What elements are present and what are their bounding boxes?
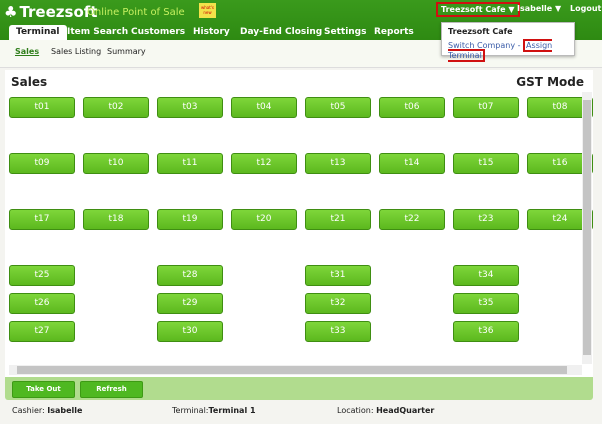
tab-item-search[interactable]: Item Search	[67, 25, 128, 40]
terminal-info: Terminal:Terminal 1	[172, 406, 256, 415]
table-button-t23[interactable]: t23	[453, 209, 519, 230]
table-button-t26[interactable]: t26	[9, 293, 75, 314]
table-button-t31[interactable]: t31	[305, 265, 371, 286]
table-button-t34[interactable]: t34	[453, 265, 519, 286]
table-button-t28[interactable]: t28	[157, 265, 223, 286]
tagline: Online Point of Sale	[87, 7, 185, 18]
table-button-t27[interactable]: t27	[9, 321, 75, 342]
horizontal-scrollbar[interactable]	[9, 365, 582, 375]
table-button-t11[interactable]: t11	[157, 153, 223, 174]
vertical-scrollbar[interactable]	[582, 92, 592, 364]
tree-icon: ♣	[4, 3, 18, 21]
table-button-t19[interactable]: t19	[157, 209, 223, 230]
cashier-info: Cashier: Isabelle	[12, 406, 83, 415]
dropdown-company-name: Treezsoft Cafe	[448, 27, 513, 36]
table-button-t29[interactable]: t29	[157, 293, 223, 314]
table-button-t03[interactable]: t03	[157, 97, 223, 118]
table-button-t01[interactable]: t01	[9, 97, 75, 118]
company-menu[interactable]: Treezsoft Cafe ▼	[436, 2, 520, 17]
take-out-button[interactable]: Take Out	[12, 381, 75, 398]
tab-reports[interactable]: Reports	[374, 25, 414, 40]
table-button-t10[interactable]: t10	[83, 153, 149, 174]
table-button-t36[interactable]: t36	[453, 321, 519, 342]
table-button-t32[interactable]: t32	[305, 293, 371, 314]
refresh-button[interactable]: Refresh	[80, 381, 143, 398]
table-button-t09[interactable]: t09	[9, 153, 75, 174]
gst-mode-label: GST Mode	[516, 75, 584, 89]
tab-settings[interactable]: Settings	[324, 25, 366, 40]
location-info: Location: HeadQuarter	[337, 406, 435, 415]
table-button-t04[interactable]: t04	[231, 97, 297, 118]
tab-history[interactable]: History	[193, 25, 230, 40]
tab-terminal[interactable]: Terminal	[9, 25, 67, 40]
table-button-t33[interactable]: t33	[305, 321, 371, 342]
table-button-t22[interactable]: t22	[379, 209, 445, 230]
table-button-t17[interactable]: t17	[9, 209, 75, 230]
company-dropdown: Treezsoft Cafe Switch Company - Assign T…	[441, 22, 575, 62]
table-button-t12[interactable]: t12	[231, 153, 297, 174]
tab-day-end-closing[interactable]: Day-End Closing	[240, 25, 322, 40]
tab-customers[interactable]: Customers	[131, 25, 185, 40]
table-button-t21[interactable]: t21	[305, 209, 371, 230]
table-button-t15[interactable]: t15	[453, 153, 519, 174]
table-button-t06[interactable]: t06	[379, 97, 445, 118]
table-button-t18[interactable]: t18	[83, 209, 149, 230]
user-menu[interactable]: Isabelle ▼	[517, 4, 561, 13]
table-button-t07[interactable]: t07	[453, 97, 519, 118]
table-button-t02[interactable]: t02	[83, 97, 149, 118]
page-title: Sales	[11, 75, 48, 89]
subnav-sales-listing[interactable]: Sales Listing	[51, 47, 101, 56]
table-button-t05[interactable]: t05	[305, 97, 371, 118]
table-button-t25[interactable]: t25	[9, 265, 75, 286]
table-button-t14[interactable]: t14	[379, 153, 445, 174]
logout-link[interactable]: Logout	[570, 4, 601, 13]
table-button-t13[interactable]: t13	[305, 153, 371, 174]
table-button-t30[interactable]: t30	[157, 321, 223, 342]
logo[interactable]: ♣ Treezsoft	[4, 3, 97, 21]
subnav-summary[interactable]: Summary	[107, 47, 146, 56]
whats-new-note[interactable]: what's new	[199, 3, 216, 18]
subnav-sales[interactable]: Sales	[15, 47, 39, 56]
table-button-t35[interactable]: t35	[453, 293, 519, 314]
table-button-t20[interactable]: t20	[231, 209, 297, 230]
